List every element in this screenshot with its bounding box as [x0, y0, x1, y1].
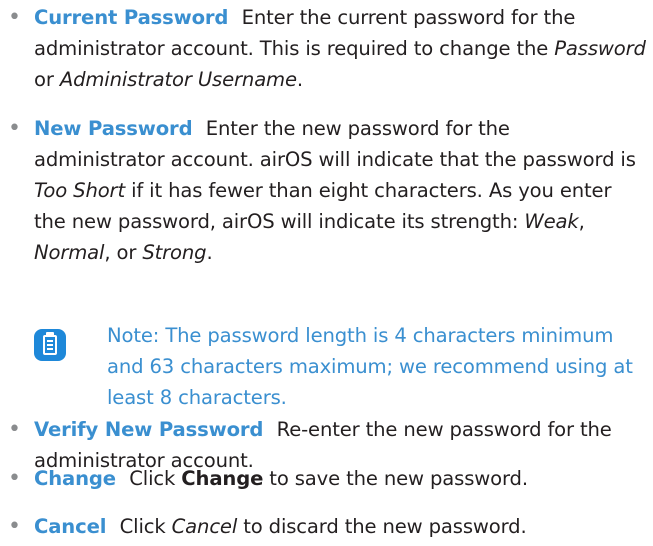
document-page: • Current Password Enter the current pass…	[0, 0, 653, 546]
bullet: •	[8, 417, 21, 442]
term-verify-new-password: Verify New Password	[34, 418, 264, 441]
note-text: Note: The password length is 4 character…	[107, 320, 647, 413]
item-text: Cancel Click Cancel to discard the new pa…	[34, 515, 527, 538]
note-label: Note:	[107, 324, 160, 347]
italic-text: Cancel	[171, 515, 238, 538]
note-callout: Note: The password length is 4 character…	[34, 320, 646, 415]
note-icon	[34, 329, 66, 361]
term-current-password: Current Password	[34, 6, 229, 29]
bullet: •	[8, 116, 21, 141]
note-body: The password length is 4 characters mini…	[107, 324, 633, 409]
bullet: •	[8, 466, 21, 491]
note-paper-shape	[43, 335, 57, 355]
item-text: New Password Enter the new password for t…	[34, 117, 636, 264]
item-text: Current Password Enter the current passwo…	[34, 6, 646, 91]
italic-text: Normal	[34, 241, 105, 264]
italic-text: Password	[554, 37, 646, 60]
term-change: Change	[34, 467, 116, 490]
term-cancel: Cancel	[34, 515, 107, 538]
italic-text: Too Short	[34, 179, 125, 202]
note-clip-shape	[46, 332, 54, 336]
term-new-password: New Password	[34, 117, 193, 140]
bullet: •	[8, 514, 21, 539]
italic-text: Weak	[524, 210, 579, 233]
item-text: Change Click Change to save the new passw…	[34, 467, 528, 490]
italic-text: Strong	[142, 241, 207, 264]
bold-text: Change	[181, 467, 264, 490]
bullet: •	[8, 5, 21, 30]
italic-text: Administrator Username	[59, 68, 297, 91]
